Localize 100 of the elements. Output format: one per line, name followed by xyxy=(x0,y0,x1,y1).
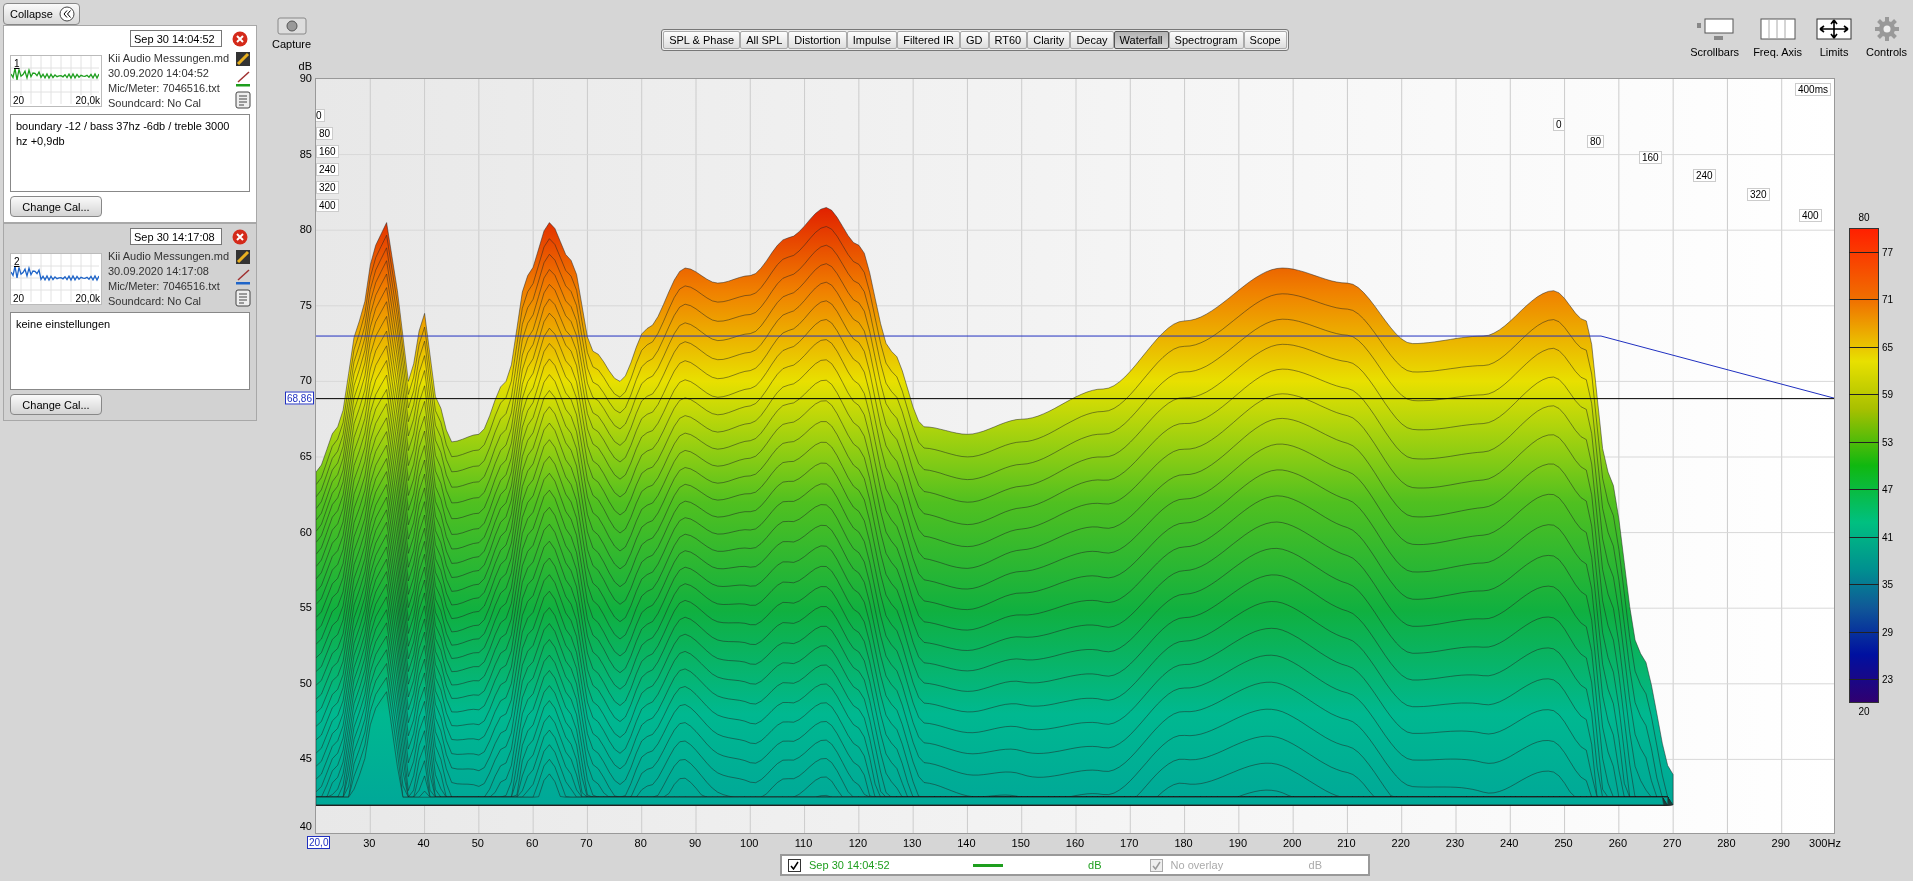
x-axis-label: 220 xyxy=(1391,837,1410,849)
view-tab[interactable]: All SPL xyxy=(740,31,789,49)
colorbar-label: 77 xyxy=(1882,246,1894,258)
colorbar-label: 20 xyxy=(1857,706,1871,717)
edit-icon[interactable] xyxy=(235,249,252,265)
notes-field[interactable]: keine einstellungen xyxy=(10,312,250,390)
view-tab[interactable]: Waterfall xyxy=(1113,31,1169,49)
x-axis-label: 50 xyxy=(471,837,484,849)
x-axis-label: 80 xyxy=(634,837,647,849)
y-axis-label: 60 xyxy=(299,525,312,538)
y-axis-label: 85 xyxy=(299,147,312,160)
y-axis-label: 65 xyxy=(299,450,312,462)
view-tab[interactable]: Decay xyxy=(1070,31,1114,49)
colorbar-label: 80 xyxy=(1857,212,1871,223)
x-axis-label: 170 xyxy=(1120,837,1139,849)
cursor-readout: 68,86 xyxy=(284,391,314,405)
time-label: 400 xyxy=(1799,209,1822,222)
notes-field[interactable]: boundary -12 / bass 37hz -6db / treble 3000 hz +0,9db xyxy=(10,114,250,192)
view-tab[interactable]: Spectrogram xyxy=(1168,31,1244,49)
thumbnail-label: 20 xyxy=(13,293,25,304)
toolbar-button[interactable]: Scrollbars xyxy=(1690,16,1740,58)
y-axis-label: 45 xyxy=(299,752,312,765)
toolbar-button[interactable]: Freq. Axis xyxy=(1753,16,1803,58)
time-label: 80 xyxy=(1587,135,1605,148)
view-tab[interactable]: Distortion xyxy=(788,31,847,49)
measurement-date: 30.09.2020 14:17:08 xyxy=(108,264,210,278)
measurement-panel[interactable]: Sep 30 14:04:52 1 20 20,0k Kii Audio Messungen.md 30.09.2020 14:04:52 Mic/Meter: 7046516.txt Soundcard: No Cal boundary -12 / bass 37hz -6db / treble 3000 hz +0,9db Change Cal... xyxy=(3,25,257,223)
thumbnail-label: 20 xyxy=(13,95,25,106)
time-label: 0 xyxy=(1553,118,1565,131)
y-axis-label: 70 xyxy=(299,374,312,387)
time-label: 80 xyxy=(316,127,334,140)
toolbar-button[interactable]: Controls xyxy=(1866,16,1907,58)
measurement-name-field[interactable]: Sep 30 14:17:08 xyxy=(130,228,222,245)
toolbar-button[interactable]: Limits xyxy=(1816,16,1853,58)
mic-calibration: Mic/Meter: 7046516.txt xyxy=(108,81,221,95)
document-icon[interactable] xyxy=(235,289,252,307)
y-axis-label: 90 xyxy=(299,72,312,84)
x-axis-label: 230 xyxy=(1445,837,1465,849)
x-axis-label: 240 xyxy=(1500,837,1519,849)
thumbnail-label: 20,0k xyxy=(75,95,100,106)
collapse-button[interactable]: Collapse xyxy=(3,3,80,25)
time-label: 240 xyxy=(316,163,339,176)
view-tab[interactable]: Scope xyxy=(1243,31,1287,49)
x-axis-label: 190 xyxy=(1228,837,1247,849)
x-axis-label: 290 xyxy=(1771,837,1790,849)
measurement-name-field[interactable]: Sep 30 14:04:52 xyxy=(130,30,222,47)
mic-calibration: Mic/Meter: 7046516.txt xyxy=(108,279,221,293)
x-axis-label: 300Hz xyxy=(1809,837,1841,849)
view-tab[interactable]: Impulse xyxy=(846,31,898,49)
x-axis-label: 260 xyxy=(1608,837,1627,849)
x-axis-label: 60 xyxy=(526,837,539,849)
close-icon[interactable] xyxy=(232,228,248,245)
view-tab[interactable]: Clarity xyxy=(1027,31,1071,49)
change-cal-button[interactable]: Change Cal... xyxy=(10,394,102,415)
x-axis-label: 90 xyxy=(688,837,702,849)
view-tab[interactable]: GD xyxy=(960,31,989,49)
y-axis-label: 75 xyxy=(299,298,312,311)
time-label: 0 xyxy=(316,109,325,122)
x-axis-label: 180 xyxy=(1174,837,1193,849)
view-tab[interactable]: Filtered IR xyxy=(897,31,960,49)
y-axis-label: 50 xyxy=(299,676,312,689)
view-tab[interactable]: SPL & Phase xyxy=(663,31,741,49)
edit-icon[interactable] xyxy=(235,51,252,67)
axis-unit: dB xyxy=(298,60,312,72)
time-label: 400 xyxy=(316,199,339,212)
x-axis-label: 40 xyxy=(417,837,430,849)
x-axis-label: 140 xyxy=(957,837,976,849)
file-name: Kii Audio Messungen.md xyxy=(108,51,230,65)
x-axis-label: 100 xyxy=(740,837,759,849)
colorbar-label: 53 xyxy=(1882,436,1894,448)
colorbar-label: 23 xyxy=(1882,673,1894,685)
capture-button[interactable]: Capture xyxy=(272,17,312,50)
cursor-readout: 20,0 xyxy=(307,836,331,849)
settings-icon xyxy=(1873,16,1900,42)
change-cal-button[interactable]: Change Cal... xyxy=(10,196,102,217)
x-axis-label: 150 xyxy=(1011,837,1030,849)
colorbar-label: 71 xyxy=(1882,293,1894,305)
colorbar-label: 41 xyxy=(1882,531,1894,543)
legend-label: Sep 30 14:04:52 xyxy=(809,859,890,871)
colorbar-label: 29 xyxy=(1882,626,1894,638)
legend-unit: dB xyxy=(1308,859,1322,871)
x-axis-label: 160 xyxy=(1065,837,1085,849)
view-tab[interactable]: RT60 xyxy=(988,31,1028,49)
thumbnail-label: 20,0k xyxy=(75,293,100,304)
close-icon[interactable] xyxy=(232,30,248,47)
soundcard-calibration: Soundcard: No Cal xyxy=(108,96,202,110)
x-axis-label: 30 xyxy=(363,837,376,849)
pen-icon[interactable] xyxy=(235,70,252,88)
x-axis-label: 200 xyxy=(1282,837,1302,849)
time-label: 320 xyxy=(316,181,339,194)
x-axis-label: 270 xyxy=(1662,837,1682,849)
legend-checkbox[interactable] xyxy=(788,858,801,872)
x-axis-label: 110 xyxy=(794,837,813,849)
colorbar-label: 59 xyxy=(1882,388,1894,400)
x-axis-label: 130 xyxy=(902,837,922,849)
time-label: 240 xyxy=(1693,169,1716,182)
x-axis-label: 120 xyxy=(848,837,867,849)
pen-icon[interactable] xyxy=(235,268,252,286)
measurement-panel[interactable]: Sep 30 14:17:08 2 20 20,0k Kii Audio Messungen.md 30.09.2020 14:17:08 Mic/Meter: 7046516.txt Soundcard: No Cal keine einstellungen Change Cal... xyxy=(3,223,257,421)
document-icon[interactable] xyxy=(235,91,252,109)
